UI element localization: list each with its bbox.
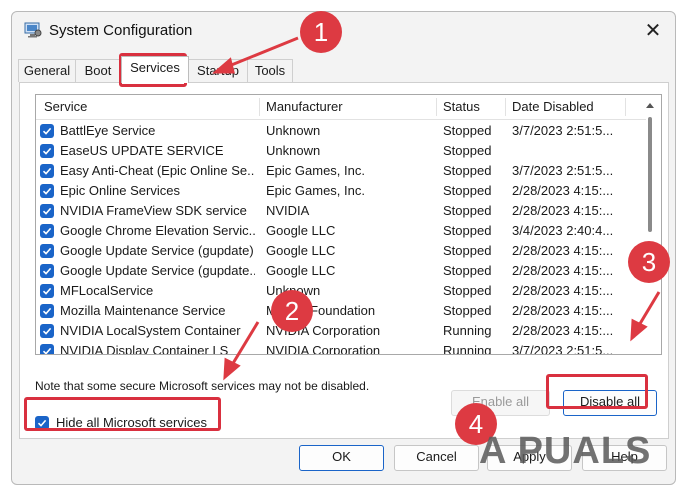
step-2-badge: 2 <box>271 290 313 332</box>
step-3-badge: 3 <box>628 241 670 283</box>
tab-services[interactable]: Services <box>121 56 189 83</box>
annotation-arrows <box>211 36 661 381</box>
appuals-watermark: A PUALS <box>479 430 652 472</box>
step-1-badge: 1 <box>300 11 342 53</box>
